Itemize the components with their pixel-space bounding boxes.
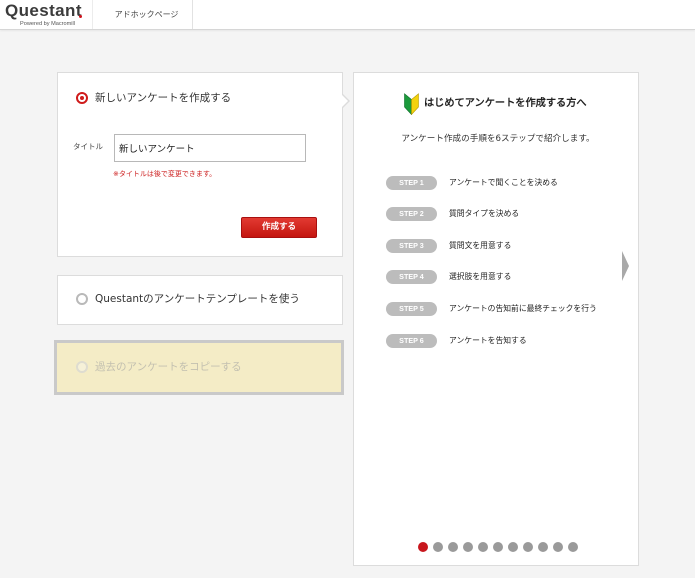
title-input[interactable] [114,134,306,162]
step-item[interactable]: STEP 2 質問タイプを決める [386,207,616,221]
step-text: 質問タイプを決める [449,209,520,218]
create-new-survey-card: 新しいアンケートを作成する タイトル ※タイトルは後で変更できます。 作成する [57,72,350,257]
use-template-card[interactable]: Questantのアンケートテンプレートを使う [57,275,343,325]
step-badge: STEP 6 [386,334,437,348]
pagination-dot[interactable] [463,542,473,552]
logo-accent-dot [79,15,82,18]
questant-logo[interactable]: Questant Powered by Macromill [5,1,87,29]
logo-text: Questant [5,1,82,20]
step-item[interactable]: STEP 5 アンケートの告知前に最終チェックを行う [386,302,616,316]
pagination-dot[interactable] [553,542,563,552]
step-badge: STEP 4 [386,270,437,284]
step-badge: STEP 1 [386,176,437,190]
pagination-dot[interactable] [523,542,533,552]
title-label: タイトル [73,142,103,151]
chevron-right-icon[interactable] [622,251,629,281]
copy-past-radio [76,361,88,373]
pagination-dot[interactable] [538,542,548,552]
step-text: アンケートの告知前に最終チェックを行う [449,304,597,313]
pagination-dot[interactable] [493,542,503,552]
guide-title: はじめてアンケートを作成する方へ [424,98,587,109]
pagination-dot[interactable] [508,542,518,552]
step-item[interactable]: STEP 6 アンケートを告知する [386,334,616,348]
beginner-mark-icon [404,93,419,115]
use-template-radio[interactable] [76,293,88,305]
step-text: アンケートを告知する [449,336,527,345]
step-item[interactable]: STEP 3 質問文を用意する [386,239,616,253]
step-text: 質問文を用意する [449,241,512,250]
step-item[interactable]: STEP 4 選択肢を用意する [386,270,616,284]
guide-subtitle: アンケート作成の手順を6ステップで紹介します。 [401,134,595,144]
step-text: 選択肢を用意する [449,272,512,281]
pagination-dot[interactable] [433,542,443,552]
use-template-label[interactable]: Questantのアンケートテンプレートを使う [95,292,300,306]
pagination-dot[interactable] [478,542,488,552]
step-badge: STEP 2 [386,207,437,221]
app-header: Questant Powered by Macromill アドホックページ [0,0,695,30]
create-new-radio[interactable] [76,92,88,104]
pagination-dot[interactable] [448,542,458,552]
pagination-dot[interactable] [568,542,578,552]
copy-past-label: 過去のアンケートをコピーする [95,361,242,373]
copy-past-survey-card: 過去のアンケートをコピーする [54,340,344,395]
step-item[interactable]: STEP 1 アンケートで聞くことを決める [386,176,616,190]
step-badge: STEP 3 [386,239,437,253]
pagination-dot[interactable] [418,542,428,552]
step-text: アンケートで聞くことを決める [449,178,558,187]
create-button[interactable]: 作成する [241,217,317,238]
title-note: ※タイトルは後で変更できます。 [113,170,217,178]
tab-adhoc-page[interactable]: アドホックページ [92,0,193,29]
slide-pagination [418,542,588,552]
step-badge: STEP 5 [386,302,437,316]
card-pointer-fill [342,95,348,107]
beginner-guide-panel: はじめてアンケートを作成する方へ アンケート作成の手順を6ステップで紹介します。… [353,72,639,566]
logo-powered-by: Powered by Macromill [20,21,76,27]
create-new-label[interactable]: 新しいアンケートを作成する [95,91,231,105]
